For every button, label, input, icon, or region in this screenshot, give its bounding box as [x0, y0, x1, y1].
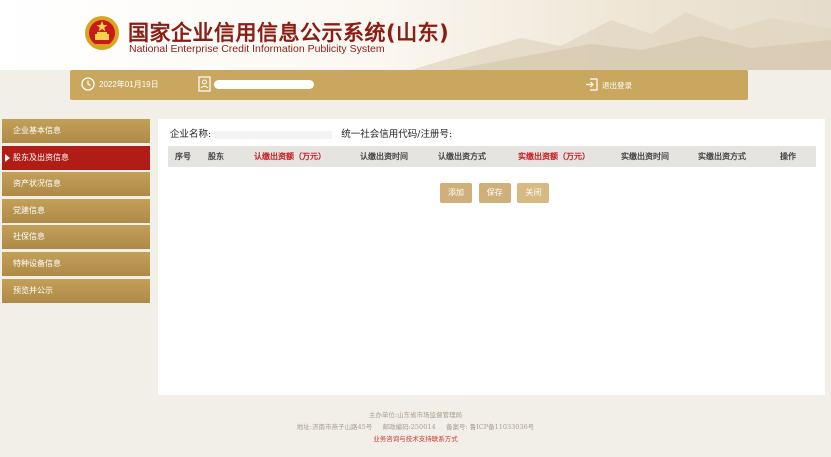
- site-subtitle: National Enterprise Credit Information P…: [129, 43, 385, 55]
- top-bar: 2022年01月19日 退出登录: [70, 70, 748, 100]
- save-button[interactable]: 保存: [478, 183, 511, 203]
- sidebar-item-label: 特种设备信息: [13, 258, 61, 268]
- sidebar-item-asset-info[interactable]: 资产状况信息: [2, 172, 150, 197]
- user-icon: [198, 76, 211, 92]
- shareholder-table: 序号 股东 认缴出资额（万元） 认缴出资时间 认缴出资方式 实缴出资额（万元） …: [168, 146, 816, 167]
- column-header-subscribed-method: 认缴出资方式: [422, 146, 502, 167]
- current-date: 2022年01月19日: [99, 80, 159, 89]
- company-name-label: 企业名称:: [170, 129, 212, 140]
- column-header-paid-method: 实缴出资方式: [684, 146, 760, 167]
- site-footer: 主办单位:山东省市场监督管理局 地址:济南市燕子山路45号 邮政编码:25001…: [0, 409, 831, 445]
- sidebar-item-preview-publish[interactable]: 预览并公示: [2, 278, 150, 303]
- sidebar-item-label: 党建信息: [13, 205, 45, 215]
- active-arrow-icon: [5, 153, 10, 162]
- footer-support-link[interactable]: 业务咨询与技术支持联系方式: [0, 433, 831, 445]
- mountain-backdrop: [411, 12, 831, 70]
- sidebar-item-basic-info[interactable]: 企业基本信息: [2, 119, 150, 143]
- company-info-line: 企业名称: 统一社会信用代码/注册号:: [170, 126, 452, 140]
- sidebar-item-label: 预览并公示: [13, 285, 53, 295]
- close-button[interactable]: 关闭: [517, 183, 550, 203]
- footer-icp: 备案号: 鲁ICP备11033036号: [445, 423, 535, 431]
- footer-contact-line: 地址:济南市燕子山路45号 邮政编码:250014 备案号: 鲁ICP备1103…: [0, 421, 831, 433]
- sidebar-item-label: 资产状况信息: [13, 179, 61, 189]
- national-emblem-icon: [85, 16, 119, 50]
- column-header-index: 序号: [168, 146, 198, 167]
- sidebar-item-social-security[interactable]: 社保信息: [2, 225, 150, 250]
- sidebar-item-label: 股东及出资信息: [13, 152, 69, 162]
- column-header-subscribed-amount: 认缴出资额（万元）: [234, 146, 346, 167]
- clock-icon: [81, 77, 95, 91]
- column-header-shareholder: 股东: [198, 146, 234, 167]
- sidebar-item-label: 社保信息: [13, 232, 45, 242]
- site-header: 国家企业信用信息公示系统(山东) National Enterprise Cre…: [0, 0, 831, 70]
- sidebar-item-special-equipment[interactable]: 特种设备信息: [2, 251, 150, 276]
- table-header-row: 序号 股东 认缴出资额（万元） 认缴出资时间 认缴出资方式 实缴出资额（万元） …: [168, 146, 816, 167]
- sidebar: 企业基本信息 股东及出资信息 资产状况信息 党建信息 社保信息 特种设备信息 预…: [2, 119, 150, 305]
- credit-code-label: 统一社会信用代码/注册号:: [341, 129, 453, 140]
- column-header-subscribed-date: 认缴出资时间: [346, 146, 422, 167]
- sidebar-item-label: 企业基本信息: [13, 126, 61, 135]
- column-header-paid-amount: 实缴出资额（万元）: [502, 146, 606, 167]
- footer-organizer: 主办单位:山东省市场监督管理局: [368, 411, 463, 419]
- sidebar-item-shareholder-info[interactable]: 股东及出资信息: [2, 145, 150, 170]
- footer-postcode: 邮政编码:250014: [382, 423, 436, 431]
- add-button[interactable]: 添加: [440, 183, 472, 203]
- company-name-value-redacted: [214, 130, 333, 139]
- logout-link[interactable]: 退出登录: [602, 80, 632, 91]
- main-panel: 企业名称: 统一社会信用代码/注册号: 序号 股东 认缴出资额（万元） 认缴出资…: [158, 119, 825, 395]
- logout-icon[interactable]: [585, 77, 599, 92]
- column-header-actions: 操作: [760, 146, 816, 167]
- user-name-redacted: [214, 80, 314, 89]
- footer-address: 地址:济南市燕子山路45号: [296, 423, 373, 431]
- button-group: 添加 保存 关闭: [440, 180, 551, 203]
- sidebar-item-party-info[interactable]: 党建信息: [2, 198, 150, 223]
- column-header-paid-date: 实缴出资时间: [606, 146, 684, 167]
